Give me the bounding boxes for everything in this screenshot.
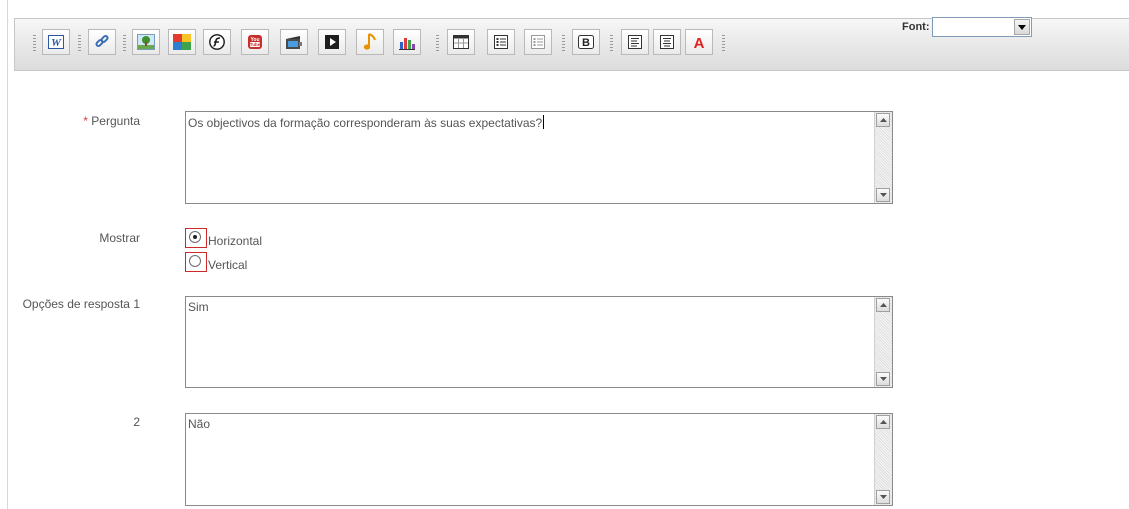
question-scrollbar[interactable]: [874, 112, 892, 203]
align-left-icon: [628, 35, 642, 49]
toolbar-separator: [562, 35, 565, 52]
radio-highlight-box: [185, 252, 207, 272]
required-mark: *: [83, 114, 88, 128]
scroll-down-button[interactable]: [876, 490, 890, 504]
question-textarea[interactable]: Os objectivos da formação corresponderam…: [185, 111, 893, 204]
chevron-down-icon: [1018, 24, 1026, 30]
answer-number: 1: [133, 297, 140, 311]
svg-text:W: W: [51, 37, 62, 49]
form-list-icon: [531, 35, 545, 49]
gallery-icon: [173, 34, 191, 50]
answer-1-value: Sim: [188, 300, 209, 314]
youtube-button[interactable]: You Tube: [241, 29, 269, 55]
answer-2-value: Não: [188, 417, 211, 431]
chevron-down-icon: [879, 377, 887, 381]
toolbar-separator: [33, 35, 36, 52]
chevron-down-icon: [879, 193, 887, 197]
form-list-button[interactable]: [524, 29, 552, 55]
scroll-down-button[interactable]: [876, 188, 890, 202]
svg-text:Tube: Tube: [250, 42, 261, 47]
list-icon: [494, 35, 508, 49]
display-label: Mostrar: [99, 231, 140, 245]
answer-1-textarea[interactable]: Sim: [185, 296, 893, 388]
image-button[interactable]: [132, 29, 160, 55]
svg-text:B: B: [582, 37, 590, 49]
toolbar-separator: [78, 35, 81, 52]
toolbar-separator: [123, 35, 126, 52]
answer-1-scrollbar[interactable]: [874, 297, 892, 387]
scroll-down-button[interactable]: [876, 372, 890, 386]
answer-2-scrollbar[interactable]: [874, 414, 892, 505]
answer-2-textarea[interactable]: Não: [185, 413, 893, 506]
toolbar-separator: [610, 35, 613, 52]
scroll-up-button[interactable]: [876, 415, 890, 429]
chevron-up-icon: [879, 118, 887, 122]
flash-icon: [209, 34, 225, 50]
link-button[interactable]: [88, 29, 116, 55]
youtube-icon: YouTube: [248, 35, 262, 49]
answer-2-number: 2: [133, 415, 140, 429]
align-center-button[interactable]: [653, 29, 681, 55]
chart-button[interactable]: [393, 29, 421, 55]
image-icon: [137, 34, 155, 50]
svg-text:A: A: [694, 35, 705, 50]
scroll-up-button[interactable]: [876, 113, 890, 127]
horizontal-label[interactable]: Horizontal: [208, 234, 262, 248]
chevron-up-icon: [879, 303, 887, 307]
table-icon: [453, 35, 469, 49]
table-button[interactable]: [447, 29, 475, 55]
answers-label: Opções de resposta 1: [20, 297, 140, 312]
video-button[interactable]: [280, 29, 308, 55]
media-player-button[interactable]: [318, 29, 346, 55]
word-icon: W: [48, 35, 64, 49]
vertical-radio[interactable]: [189, 255, 201, 267]
audio-icon: [363, 33, 376, 50]
horizontal-radio[interactable]: [189, 231, 201, 243]
answers-label-text: Opções de resposta: [22, 297, 130, 311]
toolbar-separator: [722, 35, 725, 52]
text-caret: [543, 115, 545, 129]
font-color-icon: A: [694, 35, 705, 50]
question-value: Os objectivos da formação corresponderam…: [188, 115, 545, 130]
font-color-button[interactable]: A: [685, 29, 713, 55]
question-label-text: Pergunta: [91, 114, 140, 128]
dropdown-arrow-button[interactable]: [1014, 19, 1030, 35]
flash-button[interactable]: [203, 29, 231, 55]
gallery-button[interactable]: [168, 29, 196, 55]
question-label: * Pergunta: [20, 114, 140, 129]
align-left-button[interactable]: [621, 29, 649, 55]
scroll-up-button[interactable]: [876, 298, 890, 312]
media-player-icon: [325, 35, 339, 49]
bold-button[interactable]: B: [572, 29, 600, 55]
toolbar-separator: [436, 35, 439, 52]
chevron-up-icon: [879, 420, 887, 424]
video-icon: [286, 36, 302, 49]
list-button[interactable]: [487, 29, 515, 55]
page-left-border: [7, 0, 8, 509]
chart-icon: [399, 38, 415, 50]
align-center-icon: [660, 35, 674, 49]
chevron-down-icon: [879, 495, 887, 499]
font-select[interactable]: [932, 17, 1032, 37]
link-icon: [95, 34, 109, 48]
radio-highlight-box: [185, 228, 207, 248]
font-label: Font:: [902, 21, 930, 33]
audio-button[interactable]: [356, 29, 384, 55]
bold-icon: B: [578, 35, 594, 49]
word-button[interactable]: W: [42, 29, 70, 55]
radio-selected-dot: [193, 235, 197, 239]
vertical-label[interactable]: Vertical: [208, 258, 247, 272]
